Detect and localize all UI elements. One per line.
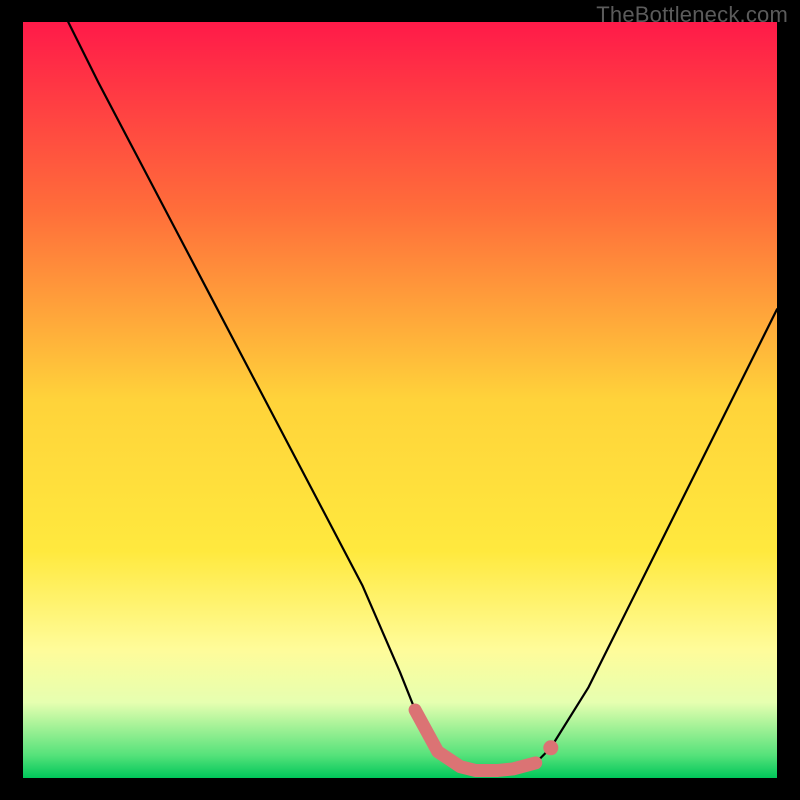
gradient-background <box>23 22 777 778</box>
plot-area <box>23 22 777 778</box>
chart-frame: TheBottleneck.com <box>0 0 800 800</box>
highlight-dot <box>543 740 558 755</box>
watermark-text: TheBottleneck.com <box>596 2 788 28</box>
chart-svg <box>23 22 777 778</box>
